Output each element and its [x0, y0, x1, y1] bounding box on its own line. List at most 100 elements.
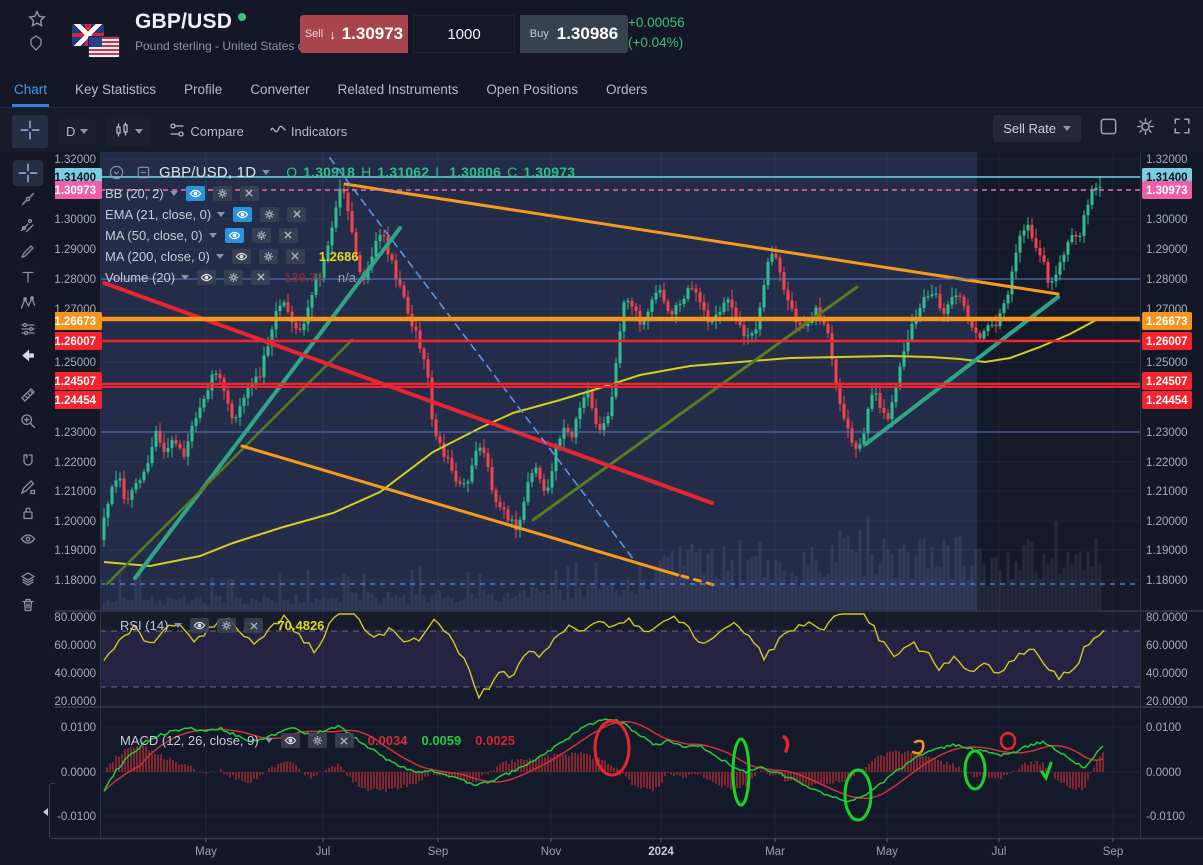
- tab-key-statistics[interactable]: Key Statistics: [75, 72, 156, 106]
- buy-price: 1.30986: [557, 24, 618, 44]
- zoom-in-icon[interactable]: [13, 408, 43, 434]
- rsi-label[interactable]: RSI (14): [120, 618, 168, 633]
- indicator-row: EMA (21, close, 0): [105, 204, 575, 224]
- indicator-settings-icon[interactable]: [252, 228, 271, 243]
- fib-channel-icon[interactable]: [13, 212, 43, 238]
- crosshair-mode-button[interactable]: [12, 115, 48, 148]
- indicators-button[interactable]: Indicators: [262, 117, 355, 146]
- interval-dropdown[interactable]: D: [58, 119, 96, 144]
- remove-indicator-icon[interactable]: [244, 618, 263, 633]
- sell-label: Sell: [305, 28, 323, 40]
- indicator-settings-icon[interactable]: [217, 618, 236, 633]
- indicator-settings-icon[interactable]: [224, 270, 243, 285]
- ohlc-value: 1.30806: [449, 164, 501, 180]
- tab-profile[interactable]: Profile: [184, 72, 222, 106]
- visibility-eye-icon[interactable]: [233, 207, 252, 222]
- price-axis-label: 1.30000: [55, 214, 96, 226]
- price-axis-label: 1.19000: [55, 545, 96, 557]
- visibility-eye-icon[interactable]: [232, 249, 251, 264]
- chart-settings-gear-icon[interactable]: [1136, 117, 1155, 141]
- ohlc-readout: O1.30918H1.31062L1.30806C1.30973: [286, 164, 575, 180]
- price-axis-label: 1.21000: [1146, 486, 1188, 498]
- tab-converter[interactable]: Converter: [250, 72, 309, 106]
- time-axis-label: May: [876, 846, 898, 858]
- forecast-icon[interactable]: [13, 316, 43, 342]
- sell-button[interactable]: Sell ↓ 1.30973: [300, 15, 408, 53]
- remove-indicator-icon[interactable]: [251, 270, 270, 285]
- quantity-input[interactable]: [413, 15, 515, 53]
- chart-area[interactable]: MayJulSepNov2024MarMayJulSep1.320001.320…: [55, 152, 1203, 865]
- alert-bubble-icon[interactable]: [28, 35, 46, 51]
- indicator-label[interactable]: MA (50, close, 0): [105, 228, 203, 243]
- indicator-settings-icon[interactable]: [213, 186, 232, 201]
- collapse-legend-icon[interactable]: [107, 165, 126, 180]
- time-axis-label: Nov: [541, 846, 562, 858]
- rate-type-dropdown[interactable]: Sell Rate: [993, 115, 1081, 142]
- xabcd-pattern-icon[interactable]: [13, 290, 43, 316]
- rsi-value: 70.4826: [277, 618, 324, 633]
- snapshot-button[interactable]: [1099, 117, 1118, 141]
- price-badge: 1.26673: [55, 316, 96, 328]
- indicator-label[interactable]: BB (20, 2): [105, 186, 164, 201]
- indicator-settings-icon[interactable]: [308, 733, 327, 748]
- remove-indicator-icon[interactable]: [279, 228, 298, 243]
- text-tool-icon[interactable]: [13, 264, 43, 290]
- instrument-header: GBP/USD Pound sterling - United States d…: [0, 0, 1203, 70]
- indicator-label[interactable]: Volume (20): [105, 270, 175, 285]
- eye-icon[interactable]: [13, 526, 43, 552]
- remove-indicator-icon[interactable]: [287, 207, 306, 222]
- visibility-eye-icon[interactable]: [186, 186, 205, 201]
- arrow-left-icon[interactable]: [13, 342, 43, 368]
- indicator-settings-icon[interactable]: [259, 249, 278, 264]
- fullscreen-icon[interactable]: [1173, 117, 1191, 140]
- ruler-icon[interactable]: [13, 382, 43, 408]
- trash-icon[interactable]: [13, 592, 43, 618]
- crosshair-icon[interactable]: [13, 160, 43, 186]
- visibility-eye-icon[interactable]: [190, 618, 209, 633]
- chevron-down-icon[interactable]: [181, 275, 189, 280]
- chevron-down-icon[interactable]: [217, 212, 225, 217]
- chevron-down-icon[interactable]: [262, 170, 270, 175]
- favorite-star-icon[interactable]: [28, 10, 46, 28]
- price-badge: 1.24454: [1146, 395, 1188, 407]
- tab-related-instruments[interactable]: Related Instruments: [338, 72, 459, 106]
- visibility-eye-icon[interactable]: [225, 228, 244, 243]
- price-badge: 1.30973: [1146, 185, 1188, 197]
- price-axis-label: 1.18000: [55, 575, 96, 587]
- magnet-icon[interactable]: [13, 448, 43, 474]
- chevron-down-icon[interactable]: [170, 191, 178, 196]
- trend-line-icon[interactable]: [13, 186, 43, 212]
- tab-orders[interactable]: Orders: [606, 72, 647, 106]
- price-axis-label: 1.30000: [1146, 214, 1188, 226]
- drawing-toolbar: [0, 152, 55, 865]
- visibility-eye-icon[interactable]: [281, 733, 300, 748]
- price-axis-label: 1.20000: [55, 516, 96, 528]
- brush-icon[interactable]: [13, 238, 43, 264]
- chevron-down-icon[interactable]: [216, 254, 224, 259]
- price-axis-label: 1.18000: [1146, 575, 1188, 587]
- indicator-settings-icon[interactable]: [260, 207, 279, 222]
- price-badge: 1.24507: [55, 376, 96, 388]
- macd-label[interactable]: MACD (12, 26, close, 9): [120, 733, 259, 748]
- chart-type-dropdown[interactable]: [106, 117, 151, 146]
- pencil-lock-icon[interactable]: [13, 474, 43, 500]
- buy-button[interactable]: Buy 1.30986: [520, 15, 628, 53]
- minimize-legend-icon[interactable]: [134, 165, 153, 180]
- time-axis-label: Sep: [428, 846, 448, 858]
- compare-button[interactable]: Compare: [161, 117, 251, 146]
- tab-chart[interactable]: Chart: [14, 72, 47, 106]
- tab-open-positions[interactable]: Open Positions: [486, 72, 578, 106]
- remove-indicator-icon[interactable]: [335, 733, 354, 748]
- visibility-eye-icon[interactable]: [197, 270, 216, 285]
- time-axis-label: 2024: [648, 846, 674, 858]
- chevron-down-icon[interactable]: [209, 233, 217, 238]
- legend-symbol[interactable]: GBP/USD, 1D: [159, 164, 256, 181]
- price-axis-label: 1.23000: [1146, 427, 1188, 439]
- indicator-label[interactable]: MA (200, close, 0): [105, 249, 210, 264]
- remove-indicator-icon[interactable]: [286, 249, 305, 264]
- price-axis-label: 40.0000: [55, 668, 96, 680]
- lock-icon[interactable]: [13, 500, 43, 526]
- indicator-label[interactable]: EMA (21, close, 0): [105, 207, 211, 222]
- layers-icon[interactable]: [13, 566, 43, 592]
- remove-indicator-icon[interactable]: [240, 186, 259, 201]
